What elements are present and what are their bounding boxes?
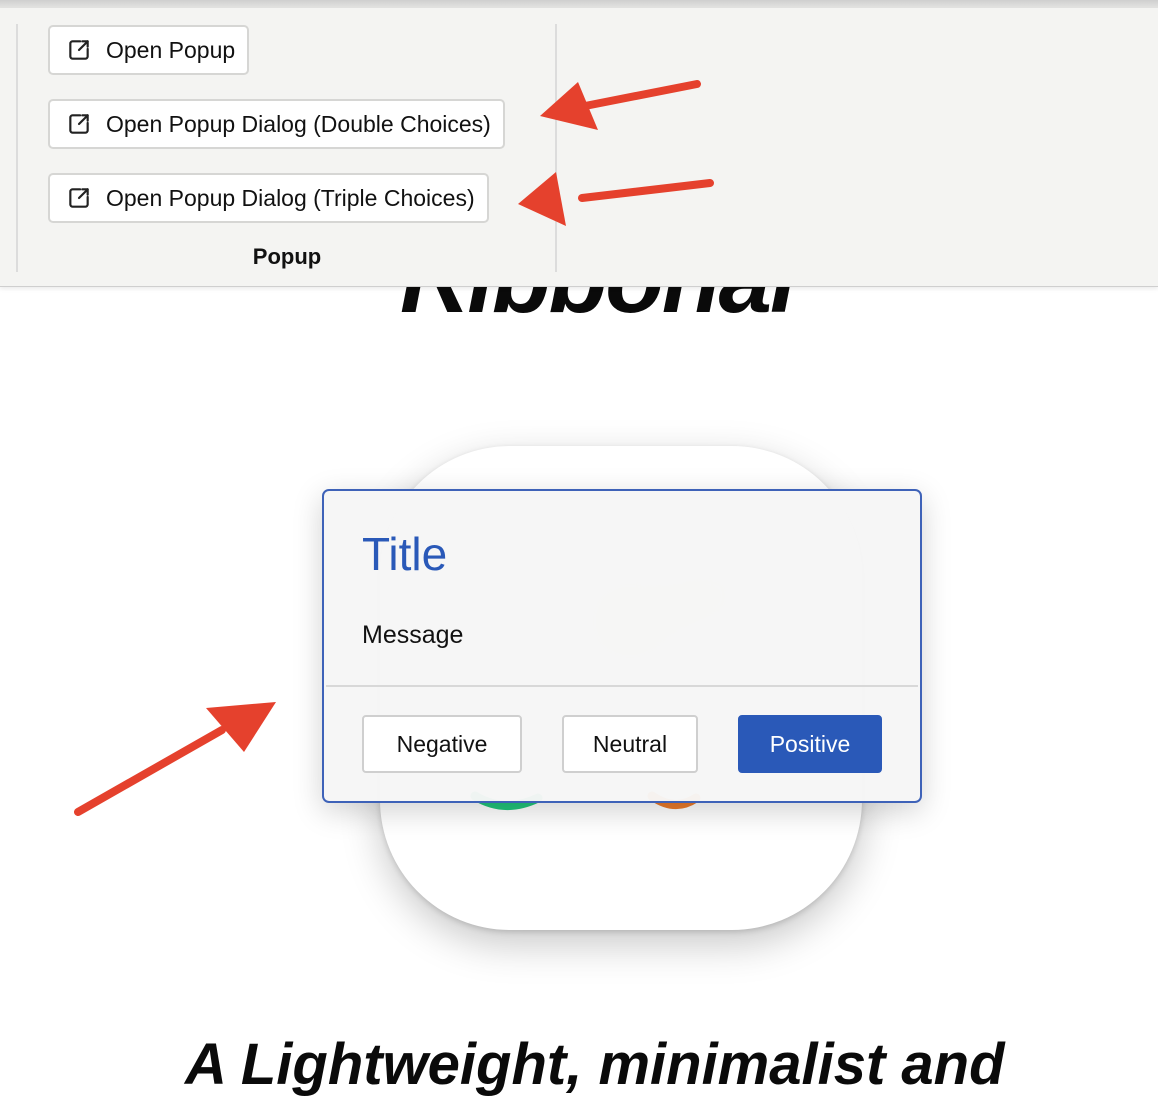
annotation-arrow-double <box>540 80 701 130</box>
annotation-arrows <box>74 80 714 816</box>
annotation-arrow-triple <box>518 172 714 226</box>
annotation-arrow-dialog <box>74 702 276 816</box>
